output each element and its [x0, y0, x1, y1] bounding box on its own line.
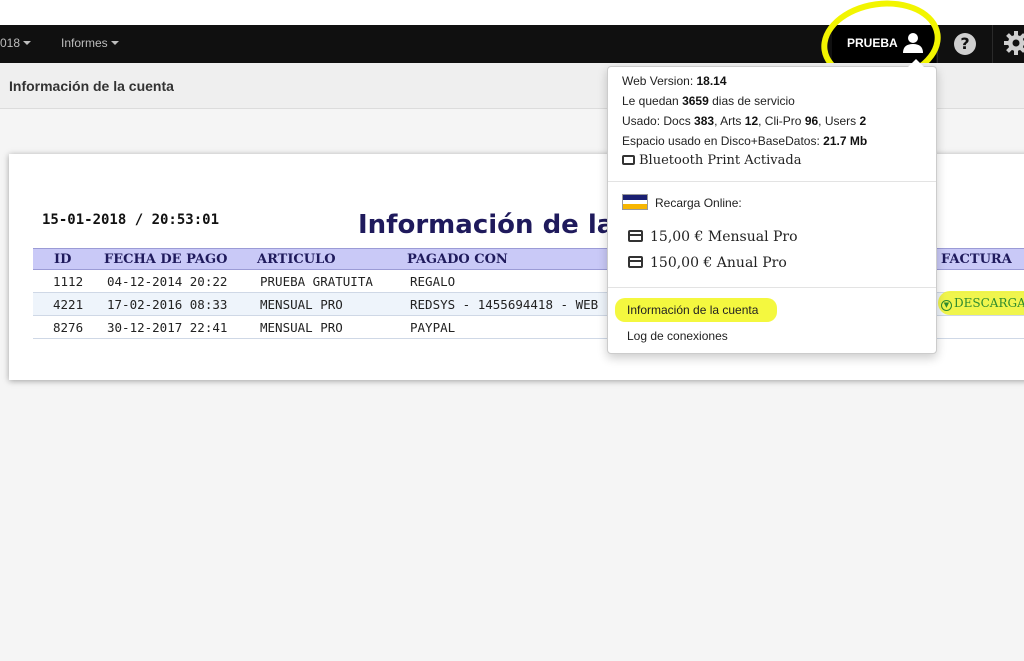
clipro-count: 96: [804, 114, 819, 128]
plan-mensual-option[interactable]: 15,00 € Mensual Pro: [628, 229, 798, 245]
usage-line: Usado: Docs 383, Arts 12, Cli-Pro 96, Us…: [622, 114, 866, 128]
usage-prefix: Usado: Docs: [622, 114, 691, 128]
cell-fecha: 04-12-2014 20:22: [107, 274, 228, 289]
menu-item-log-conexiones[interactable]: Log de conexiones: [627, 329, 728, 343]
nav-year-menu[interactable]: 018: [0, 36, 32, 50]
service-days-prefix: Le quedan: [622, 94, 679, 108]
web-version-line: Web Version: 18.14: [622, 74, 727, 88]
page-title: Información de la cuenta: [9, 78, 174, 94]
dropdown-divider: [608, 181, 936, 182]
service-days-value: 3659: [682, 94, 709, 108]
nav-year-label: 018: [0, 36, 21, 50]
download-invoice-link[interactable]: ▼DESCARGAR: [941, 296, 1024, 311]
cell-pagado: PAYPAL: [410, 320, 456, 335]
cell-articulo: MENSUAL PRO: [260, 320, 343, 335]
chevron-down-icon: [110, 41, 119, 45]
printer-icon: [622, 155, 635, 165]
docs-count: 383: [694, 114, 715, 128]
storage-label: Espacio usado en Disco+BaseDatos:: [622, 134, 820, 148]
cell-articulo: PRUEBA GRATUITA: [260, 274, 373, 289]
menu-item-info-cuenta[interactable]: Información de la cuenta: [627, 303, 758, 317]
credit-card-icon: [628, 256, 643, 268]
bluetooth-status-label: Bluetooth Print Activada: [639, 153, 802, 168]
plan-anual-option[interactable]: 150,00 € Anual Pro: [628, 255, 787, 271]
storage-line: Espacio usado en Disco+BaseDatos: 21.7 M…: [622, 134, 867, 148]
credit-card-icon: [628, 230, 643, 242]
cell-pagado: REGALO: [410, 274, 456, 289]
service-days-line: Le quedan 3659 dias de servicio: [622, 94, 795, 108]
column-header-factura: FACTURA: [941, 252, 1012, 267]
recarga-label: Recarga Online:: [655, 196, 742, 210]
plan-anual-label: 150,00 € Anual Pro: [650, 255, 787, 271]
nav-informes-menu[interactable]: Informes: [61, 36, 119, 50]
download-label: DESCARGAR: [954, 296, 1024, 310]
arts-count: 12: [744, 114, 759, 128]
chevron-down-icon: [23, 41, 32, 45]
recarga-line: Recarga Online:: [622, 194, 742, 210]
cell-id: 1112: [53, 274, 84, 289]
visa-card-icon: [622, 194, 648, 210]
report-datetime: 15-01-2018 / 20:53:01: [42, 212, 220, 228]
users-count: 2: [859, 114, 867, 128]
cell-articulo: MENSUAL PRO: [260, 297, 343, 312]
column-header-articulo: ARTICULO: [257, 252, 336, 267]
web-version-label: Web Version:: [622, 74, 694, 88]
storage-value: 21.7 Mb: [823, 134, 868, 148]
service-days-suffix: dias de servicio: [712, 94, 795, 108]
users-label: , Users: [818, 114, 857, 128]
help-icon[interactable]: ?: [954, 33, 976, 55]
plan-mensual-label: 15,00 € Mensual Pro: [650, 229, 798, 245]
arts-label: , Arts: [714, 114, 742, 128]
download-icon: ▼: [941, 300, 952, 311]
nav-divider: [992, 25, 993, 63]
cell-id: 8276: [53, 320, 84, 335]
cell-pagado: REDSYS - 1455694418 - WEB: [410, 297, 599, 312]
nav-informes-label: Informes: [61, 36, 108, 50]
account-info-heading: Información de la: [358, 210, 615, 240]
clipro-label: , Cli-Pro: [758, 114, 802, 128]
cell-fecha: 17-02-2016 08:33: [107, 297, 228, 312]
dropdown-arrow: [908, 59, 924, 67]
dropdown-divider: [608, 287, 936, 288]
web-version-value: 18.14: [696, 74, 727, 88]
gear-icon[interactable]: [1003, 30, 1024, 56]
cell-id: 4221: [53, 297, 84, 312]
column-header-fecha: FECHA DE PAGO: [104, 252, 228, 267]
bluetooth-status-line: Bluetooth Print Activada: [622, 153, 801, 168]
column-header-pagado: PAGADO CON: [407, 252, 508, 267]
cell-fecha: 30-12-2017 22:41: [107, 320, 228, 335]
column-header-id: ID: [54, 252, 72, 267]
